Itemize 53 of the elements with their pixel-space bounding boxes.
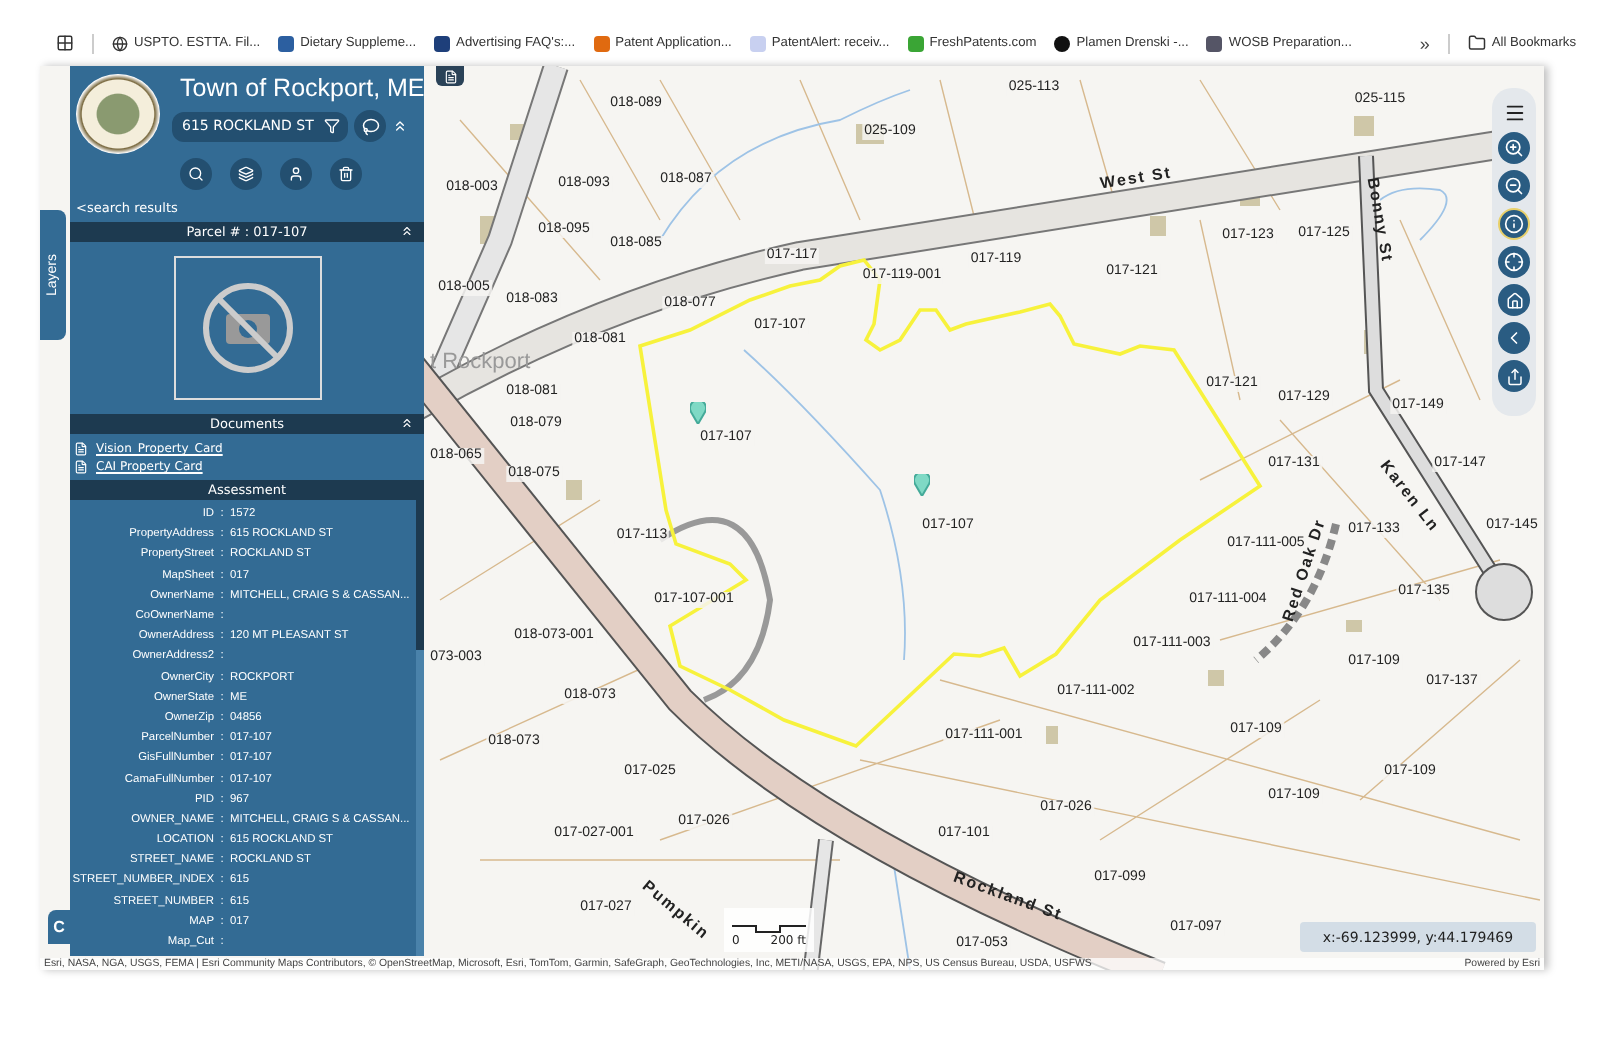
delete-button[interactable] bbox=[330, 158, 362, 190]
info-button[interactable] bbox=[1498, 208, 1530, 240]
logo-icon bbox=[278, 35, 295, 51]
logo-icon bbox=[1054, 35, 1071, 51]
layers-button[interactable] bbox=[230, 158, 262, 190]
person-pin-button[interactable] bbox=[280, 158, 312, 190]
menu-icon bbox=[1503, 101, 1525, 123]
share-icon bbox=[1505, 367, 1523, 385]
logo-icon bbox=[907, 35, 924, 51]
locate-button[interactable] bbox=[1498, 246, 1530, 278]
home-icon bbox=[1505, 291, 1523, 309]
apps-icon[interactable] bbox=[56, 34, 74, 52]
search-icon bbox=[188, 166, 204, 182]
scrollbar-thumb[interactable] bbox=[416, 500, 424, 650]
corner-button[interactable]: C bbox=[48, 910, 70, 944]
zoom-in-button[interactable] bbox=[1498, 132, 1530, 164]
scrollbar-track[interactable] bbox=[416, 500, 424, 956]
person-icon bbox=[288, 166, 304, 182]
logo-icon bbox=[434, 35, 451, 51]
collapse-icon[interactable] bbox=[400, 224, 414, 238]
home-button[interactable] bbox=[1498, 284, 1530, 316]
search-button[interactable] bbox=[180, 158, 212, 190]
layers-icon bbox=[238, 166, 254, 182]
zoom-out-button[interactable] bbox=[1498, 170, 1530, 202]
crosshair-icon bbox=[1504, 252, 1524, 272]
document-icon bbox=[74, 460, 88, 474]
share-button[interactable] bbox=[1498, 360, 1530, 392]
town-seal-logo bbox=[76, 74, 160, 154]
scale-line-icon bbox=[732, 924, 806, 934]
back-button[interactable] bbox=[1498, 322, 1530, 354]
globe-icon bbox=[112, 35, 128, 51]
panel-title: Town of Rockport, ME bbox=[178, 74, 425, 102]
no-camera-icon bbox=[199, 279, 295, 375]
map-pin-icon[interactable] bbox=[914, 474, 930, 496]
logo-icon bbox=[1206, 35, 1223, 51]
collapse-icon[interactable] bbox=[392, 118, 408, 134]
logo-icon bbox=[593, 35, 610, 51]
trash-icon bbox=[338, 166, 354, 182]
street-label: Bonny St bbox=[1363, 176, 1397, 264]
folder-icon bbox=[1467, 34, 1486, 52]
collapse-icon[interactable] bbox=[400, 416, 414, 430]
info-icon bbox=[1504, 214, 1524, 234]
lasso-button[interactable] bbox=[354, 110, 386, 142]
document-icon bbox=[443, 69, 457, 83]
lasso-icon bbox=[361, 117, 379, 135]
filter-icon[interactable] bbox=[324, 118, 340, 134]
street-label: West St bbox=[1098, 163, 1174, 193]
document-icon bbox=[74, 442, 88, 456]
zoom-in-icon bbox=[1504, 138, 1524, 158]
map-pin-icon[interactable] bbox=[690, 402, 706, 424]
zoom-out-icon bbox=[1504, 176, 1524, 196]
list-button[interactable] bbox=[436, 66, 464, 86]
more-bookmarks-button[interactable]: » bbox=[1419, 33, 1430, 53]
